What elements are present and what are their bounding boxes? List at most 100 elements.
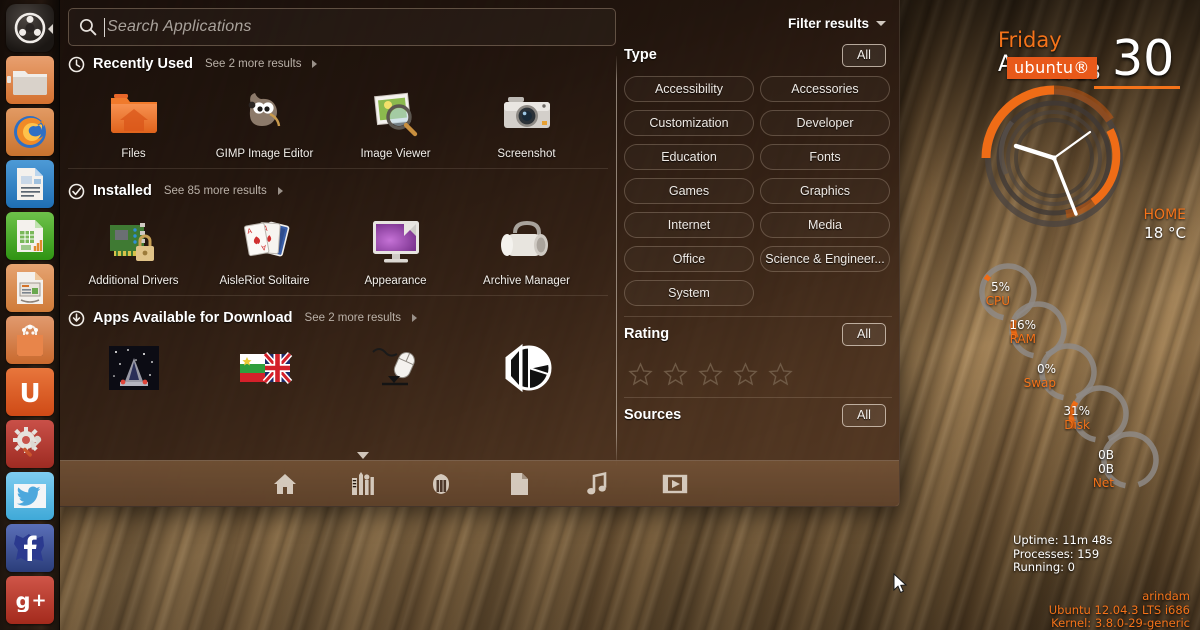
filter-options-grid: Accessibility Accessories Customization …	[622, 72, 894, 306]
launcher-item-dash-home[interactable]	[5, 4, 54, 52]
conky-widget: Friday Aug 2013 30 ubuntu® HOME 18 °C	[960, 0, 1200, 630]
filter-option-games[interactable]: Games	[624, 178, 754, 204]
launcher-item-files[interactable]	[5, 56, 54, 104]
playing-cards-icon: A A A	[237, 213, 293, 269]
lens-documents[interactable]	[506, 471, 532, 497]
filter-option-accessibility[interactable]: Accessibility	[624, 76, 754, 102]
category-header[interactable]: Apps Available for Download See 2 more r…	[68, 306, 608, 330]
filter-option-education[interactable]: Education	[624, 144, 754, 170]
lens-video[interactable]	[662, 471, 688, 497]
category-header[interactable]: Installed See 85 more results	[68, 179, 608, 203]
app-tile-screenshot[interactable]: Screenshot	[461, 86, 592, 161]
launcher-item-libreoffice-writer[interactable]	[5, 160, 54, 208]
launcher-item-twitter[interactable]	[5, 472, 54, 520]
conky-ubuntu-badge: ubuntu®	[1007, 57, 1097, 79]
app-label: Additional Drivers	[88, 275, 179, 287]
filter-option-system[interactable]: System	[624, 280, 754, 306]
lens-music[interactable]	[584, 471, 610, 497]
app-tile-appearance[interactable]: Appearance	[330, 213, 461, 288]
launcher-item-facebook[interactable]	[5, 524, 54, 572]
app-tile-files[interactable]: Files	[68, 86, 199, 161]
filter-option-internet[interactable]: Internet	[624, 212, 754, 238]
running-indicator-icon	[6, 76, 11, 83]
chevron-right-icon	[47, 24, 53, 34]
text-caret	[104, 17, 105, 37]
app-tile-space-game[interactable]	[68, 340, 199, 402]
chevron-right-icon[interactable]	[277, 187, 283, 195]
star-icon[interactable]	[698, 362, 723, 387]
app-tile-additional-drivers[interactable]: Additional Drivers	[68, 213, 199, 288]
app-tile-gimp[interactable]: GIMP Image Editor	[199, 86, 330, 161]
app-tile-image-viewer[interactable]: Image Viewer	[330, 86, 461, 161]
dash-results: Recently Used See 2 more results Files G…	[68, 52, 608, 457]
filter-option-media[interactable]: Media	[760, 212, 890, 238]
star-icon[interactable]	[628, 362, 653, 387]
filter-option-fonts[interactable]: Fonts	[760, 144, 890, 170]
cpu-label: CPU	[985, 294, 1010, 308]
category-header[interactable]: Recently Used See 2 more results	[68, 52, 608, 76]
lens-files[interactable]	[428, 471, 454, 497]
category-apps-available-for-download: Apps Available for Download See 2 more r…	[68, 306, 608, 402]
category-title: Apps Available for Download	[93, 310, 293, 326]
chevron-right-icon[interactable]	[412, 314, 418, 322]
panel-divider	[616, 56, 617, 466]
filter-all-button-type[interactable]: All	[842, 43, 886, 67]
search-input[interactable]: Search Applications	[68, 8, 616, 46]
app-grid: Additional Drivers A A AisleRiot Solitai…	[68, 203, 608, 288]
filter-all-button-sources[interactable]: All	[842, 403, 886, 427]
launcher-item-firefox[interactable]	[5, 108, 54, 156]
ring-label-cpu: 5% CPU	[960, 280, 1010, 308]
ring-label-ram: 16% RAM	[974, 318, 1036, 346]
filter-section-header: Sources All	[622, 398, 894, 432]
launcher-item-ubuntu-one[interactable]: U	[5, 368, 54, 416]
launcher-item-libreoffice-impress[interactable]	[5, 264, 54, 312]
chevron-right-icon[interactable]	[312, 60, 318, 68]
home-folder-icon	[106, 86, 162, 142]
app-tile-aisleriot-solitaire[interactable]: A A A AisleRiot Solitaire	[199, 213, 330, 288]
app-label: Files	[121, 148, 146, 160]
filter-option-customization[interactable]: Customization	[624, 110, 754, 136]
app-tile-archive-manager[interactable]: Archive Manager	[461, 213, 592, 288]
chevron-down-icon[interactable]	[876, 20, 886, 26]
launcher-item-software-center[interactable]	[5, 316, 54, 364]
flags-icon	[237, 340, 293, 396]
category-divider	[68, 295, 608, 296]
search-placeholder: Search Applications	[107, 18, 252, 35]
filter-section-title: Rating	[624, 326, 670, 342]
see-more-results-link[interactable]: See 85 more results	[164, 185, 267, 197]
lens-home[interactable]	[272, 471, 298, 497]
launcher-item-google-plus[interactable]: g +	[5, 576, 54, 624]
swap-percent: 0%	[1036, 362, 1056, 376]
app-tile-mouse-pointer[interactable]	[330, 340, 461, 402]
app-label: Screenshot	[497, 148, 556, 160]
filter-option-office[interactable]: Office	[624, 246, 754, 272]
svg-text:g: g	[15, 589, 30, 612]
rating-stars[interactable]	[622, 351, 894, 387]
ring-label-net: 0B 0B Net	[1052, 448, 1114, 490]
conky-temperature: 18 °C	[1144, 224, 1186, 242]
filter-option-graphics[interactable]: Graphics	[760, 178, 890, 204]
launcher-item-system-settings[interactable]	[5, 420, 54, 468]
star-icon[interactable]	[733, 362, 758, 387]
app-grid: Files GIMP Image Editor Image Viewer Scr…	[68, 76, 608, 161]
see-more-results-link[interactable]: See 2 more results	[305, 312, 402, 324]
filter-option-science-engineering[interactable]: Science & Engineer...	[760, 246, 890, 272]
star-icon[interactable]	[663, 362, 688, 387]
see-more-results-link[interactable]: See 2 more results	[205, 58, 302, 70]
clock-icon	[68, 56, 85, 73]
filter-option-developer[interactable]: Developer	[760, 110, 890, 136]
lens-applications[interactable]	[350, 471, 376, 497]
app-tile-pie-chart[interactable]	[461, 340, 592, 402]
star-icon[interactable]	[768, 362, 793, 387]
launcher-item-libreoffice-calc[interactable]	[5, 212, 54, 260]
filter-results-header[interactable]: Filter results	[622, 8, 894, 38]
app-tile-flags[interactable]	[199, 340, 330, 402]
dash-lens-bar[interactable]	[60, 460, 899, 506]
unity-launcher[interactable]: U g +	[0, 0, 60, 630]
disk-label: Disk	[1064, 418, 1090, 432]
filter-option-accessories[interactable]: Accessories	[760, 76, 890, 102]
category-title: Recently Used	[93, 56, 193, 72]
pie-chart-icon	[499, 340, 555, 396]
mouse-pointer-icon	[368, 340, 424, 396]
filter-all-button-rating[interactable]: All	[842, 322, 886, 346]
